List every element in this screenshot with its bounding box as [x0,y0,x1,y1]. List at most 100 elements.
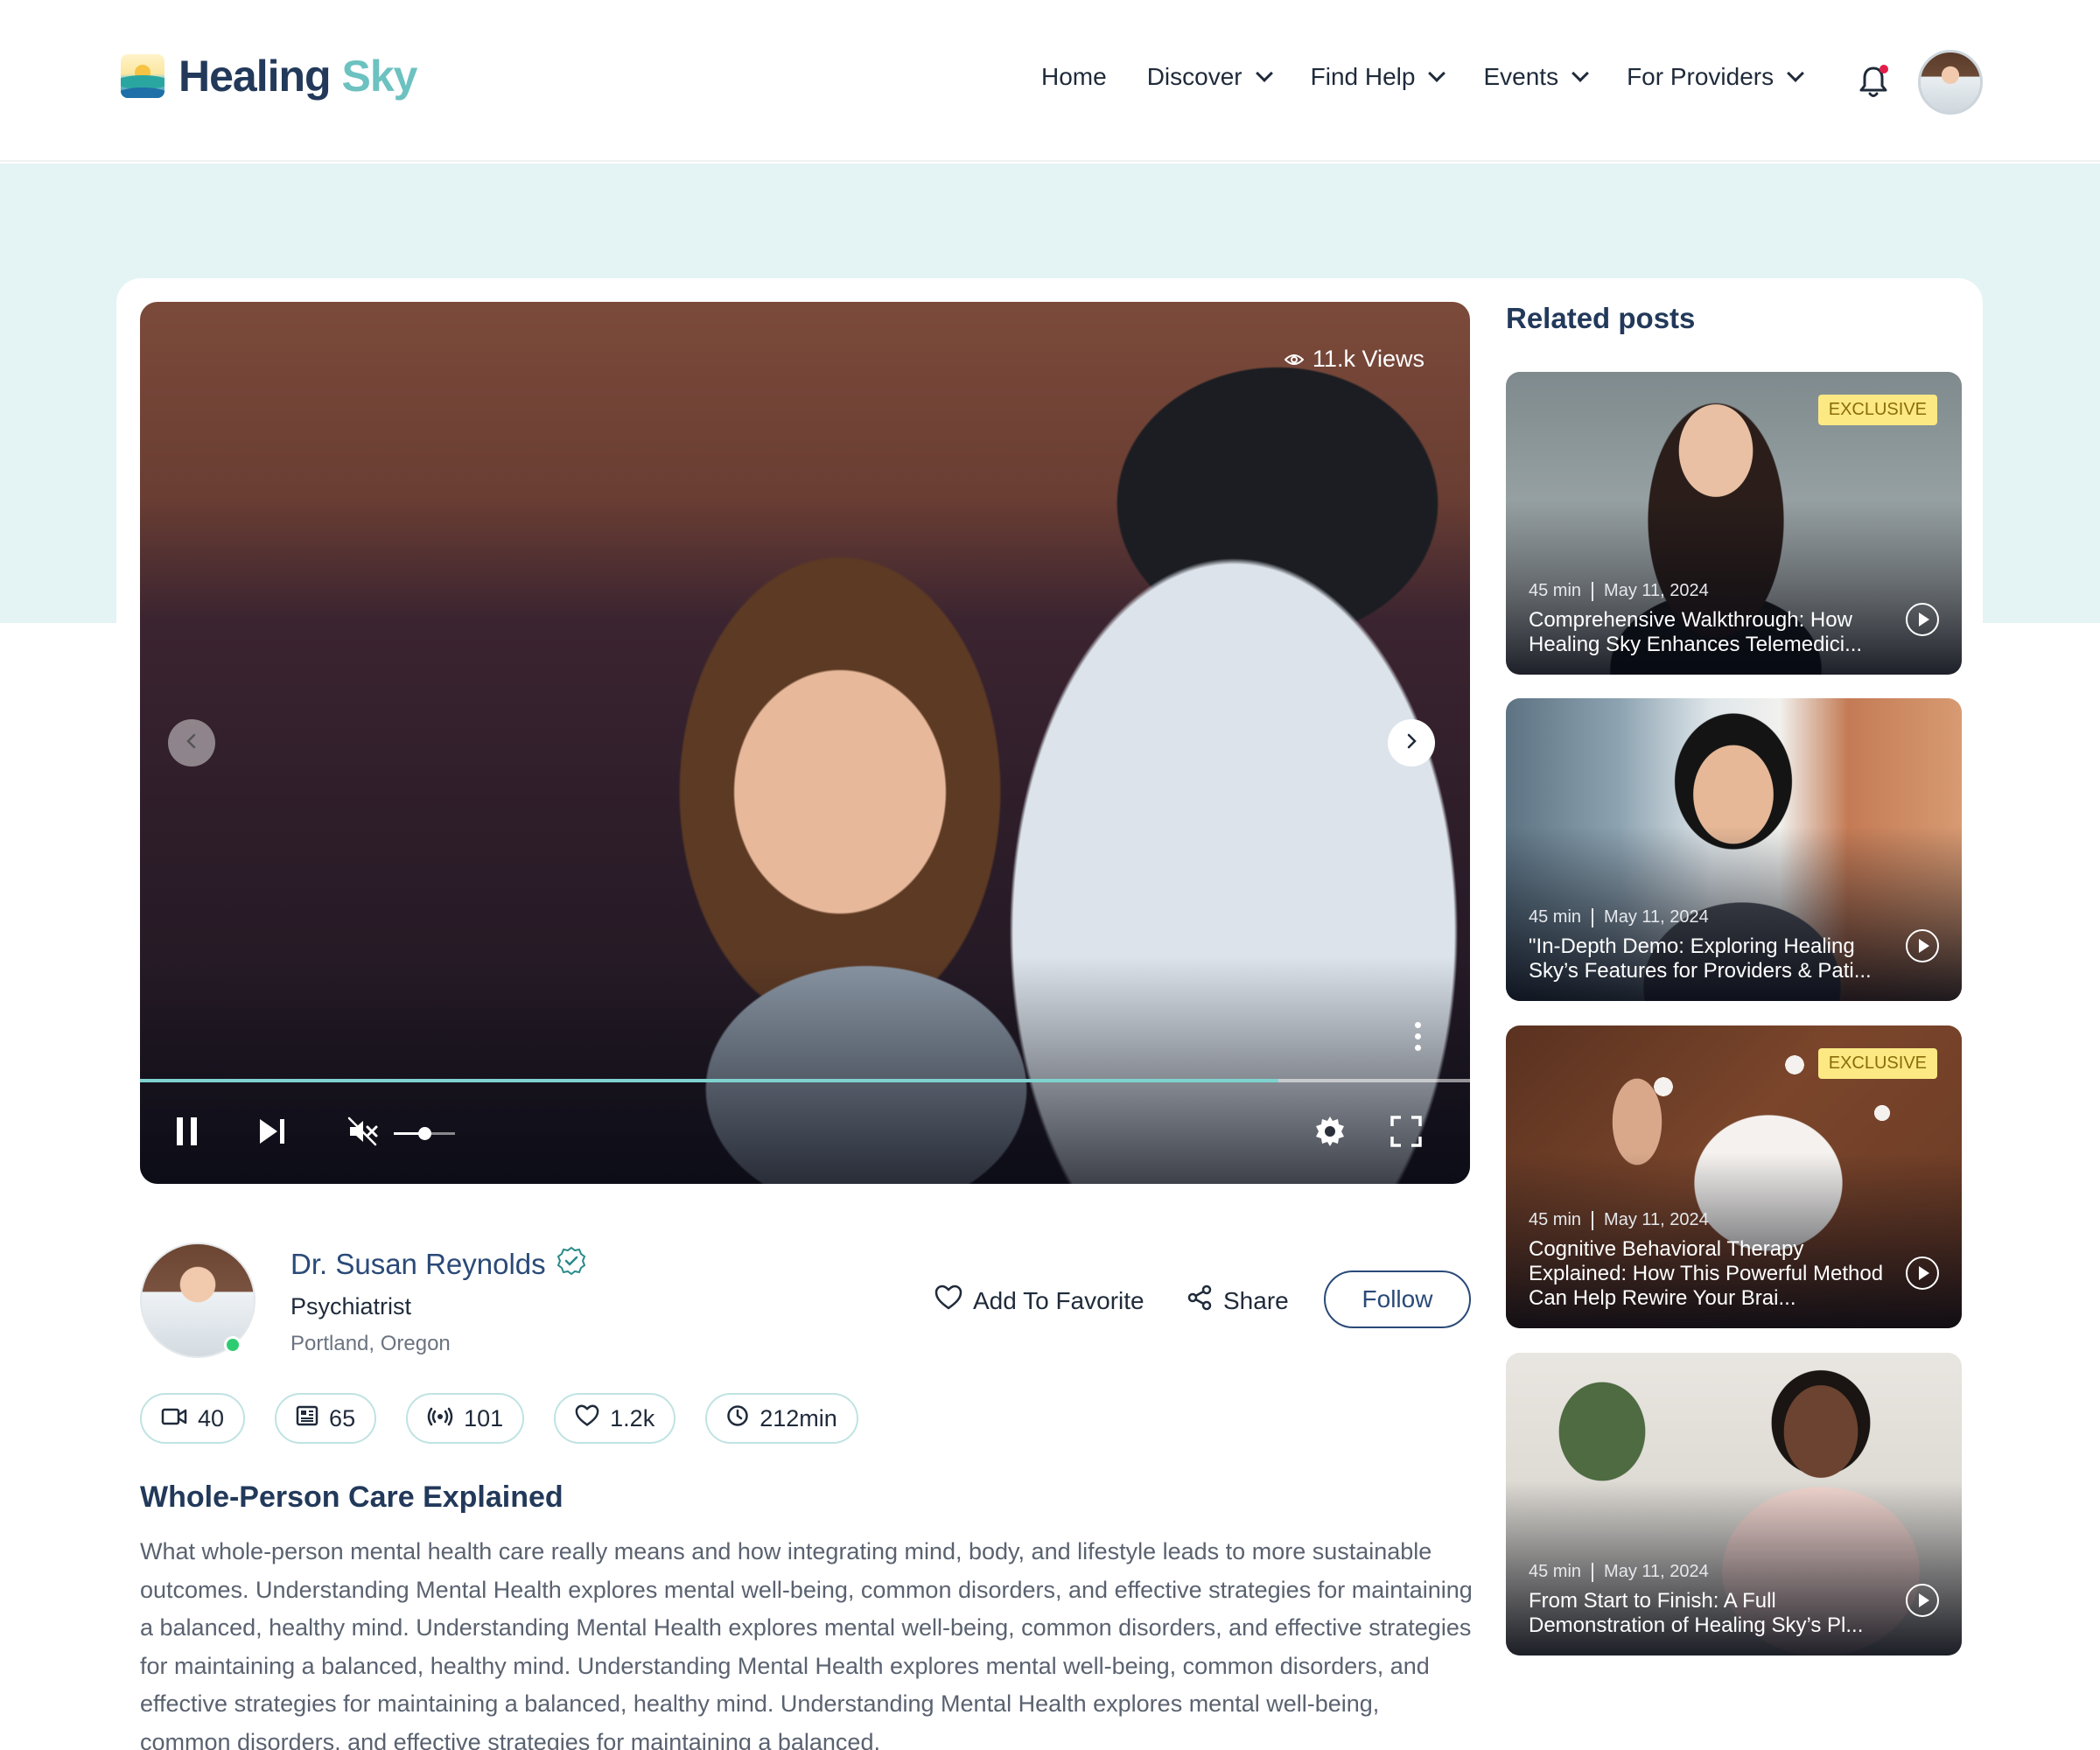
chevron-down-icon [1255,65,1273,82]
related-post-card[interactable]: 45 min May 11, 2024 "In-Depth Demo: Expl… [1506,698,1962,1001]
meta-separator [1592,581,1594,601]
more-vert-icon[interactable] [1415,1022,1422,1051]
add-to-favorite-button[interactable]: Add To Favorite [934,1284,1144,1317]
nav-find-help-label: Find Help [1310,63,1416,90]
stat-duration[interactable]: 212min [705,1393,858,1444]
follow-button[interactable]: Follow [1324,1270,1471,1328]
stat-likes[interactable]: 1.2k [554,1393,676,1444]
related-post-card[interactable]: EXCLUSIVE 45 min May 11, 2024 Comprehens… [1506,372,1962,675]
nav-home-label: Home [1041,63,1107,90]
skip-next-icon [257,1117,287,1150]
post-body: What whole-person mental health care rea… [140,1538,1473,1750]
volume-slider[interactable] [394,1127,455,1140]
stat-likes-value: 1.2k [610,1404,655,1432]
online-status-dot [224,1336,242,1354]
author-name[interactable]: Dr. Susan Reynolds [290,1246,586,1283]
related-post-meta: 45 min May 11, 2024 [1529,1562,1709,1582]
stat-live-value: 101 [464,1404,504,1432]
chevron-down-icon [1787,65,1805,82]
related-post-title: "In-Depth Demo: Exploring Healing Sky’s … [1529,934,1872,983]
nav-home[interactable]: Home [1041,63,1107,91]
author-location: Portland, Oregon [290,1332,451,1355]
related-post-duration: 45 min [1529,581,1582,600]
notification-bell-icon[interactable] [1858,65,1888,100]
play-icon [1918,1593,1929,1607]
chevron-right-icon [1403,732,1420,754]
video-camera-icon [161,1405,187,1432]
pause-button[interactable] [173,1116,201,1151]
user-avatar[interactable] [1918,50,1983,115]
chevron-left-icon [183,732,200,754]
nav-discover-label: Discover [1146,63,1242,90]
related-post-meta: 45 min May 11, 2024 [1529,1210,1709,1230]
settings-button[interactable] [1312,1116,1348,1151]
play-icon [1918,939,1929,953]
related-post-date: May 11, 2024 [1604,1210,1709,1229]
main-nav: Home Discover Find Help Events For Provi… [1041,63,1842,91]
nav-find-help[interactable]: Find Help [1310,63,1446,91]
exclusive-badge: EXCLUSIVE [1817,1048,1937,1079]
notification-dot [1880,65,1888,74]
exclusive-badge: EXCLUSIVE [1817,395,1937,425]
related-post-card[interactable]: 45 min May 11, 2024 From Start to Finish… [1506,1353,1962,1656]
chevron-down-icon [1572,65,1589,82]
logo-mark-icon [121,54,164,98]
nav-events[interactable]: Events [1483,63,1589,91]
author-name-text: Dr. Susan Reynolds [290,1248,546,1280]
clock-icon [726,1404,749,1433]
play-button[interactable] [1906,603,1939,636]
pause-icon [174,1116,200,1152]
volume-knob[interactable] [418,1127,431,1140]
stat-videos-value: 40 [198,1404,225,1432]
add-to-favorite-label: Add To Favorite [973,1286,1144,1314]
related-post-date: May 11, 2024 [1604,581,1709,600]
eye-icon [1284,346,1305,373]
brand-name: Healing Sky [178,51,418,102]
stat-live[interactable]: 101 [406,1393,525,1444]
related-post-duration: 45 min [1529,907,1582,927]
related-post-date: May 11, 2024 [1604,1562,1709,1581]
nav-discover[interactable]: Discover [1146,63,1273,91]
settings-icon [1313,1115,1347,1152]
mute-button[interactable] [346,1116,380,1151]
play-button[interactable] [1906,929,1939,962]
related-post-duration: 45 min [1529,1210,1582,1229]
related-post-title: Cognitive Behavioral Therapy Explained: … [1529,1237,1884,1310]
skip-next-button[interactable] [257,1116,287,1151]
related-post-duration: 45 min [1529,1562,1582,1581]
related-post-title: Comprehensive Walkthrough: How Healing S… [1529,608,1863,656]
previous-button[interactable] [168,719,215,766]
heart-icon [575,1404,599,1433]
nav-for-providers-label: For Providers [1627,63,1774,90]
play-icon [1918,612,1929,626]
meta-separator [1592,1210,1594,1230]
brand-word-2: Sky [341,52,418,101]
play-button[interactable] [1906,1256,1939,1290]
progress-bar[interactable] [140,1079,1470,1082]
share-icon [1186,1284,1213,1317]
video-player[interactable]: 11.k Views [140,302,1470,1184]
related-post-meta: 45 min May 11, 2024 [1529,907,1709,928]
brand-logo[interactable]: Healing Sky [121,51,418,102]
share-button[interactable]: Share [1186,1284,1289,1317]
author-role: Psychiatrist [290,1293,412,1320]
related-post-card[interactable]: EXCLUSIVE 45 min May 11, 2024 Cognitive … [1506,1026,1962,1328]
post-title: Whole-Person Care Explained [140,1480,564,1514]
next-button[interactable] [1388,719,1435,766]
fullscreen-button[interactable] [1390,1115,1423,1151]
views-counter: 11.k Views [1284,346,1424,373]
views-count: 11.k Views [1312,346,1424,372]
top-header: Healing Sky Home Discover Find Help Even… [0,0,2100,162]
progress-fill [140,1079,1279,1082]
stats-row: 40 65 101 1.2k 212min [140,1393,858,1444]
meta-separator [1592,1562,1594,1582]
related-post-title: From Start to Finish: A Full Demonstrati… [1529,1589,1864,1637]
meta-separator [1592,907,1594,928]
nav-for-providers[interactable]: For Providers [1627,63,1805,91]
brand-word-1: Healing [178,52,332,101]
related-post-date: May 11, 2024 [1604,907,1709,927]
play-button[interactable] [1906,1584,1939,1617]
stat-videos[interactable]: 40 [140,1393,246,1444]
heart-icon [934,1284,962,1317]
stat-articles[interactable]: 65 [275,1393,377,1444]
